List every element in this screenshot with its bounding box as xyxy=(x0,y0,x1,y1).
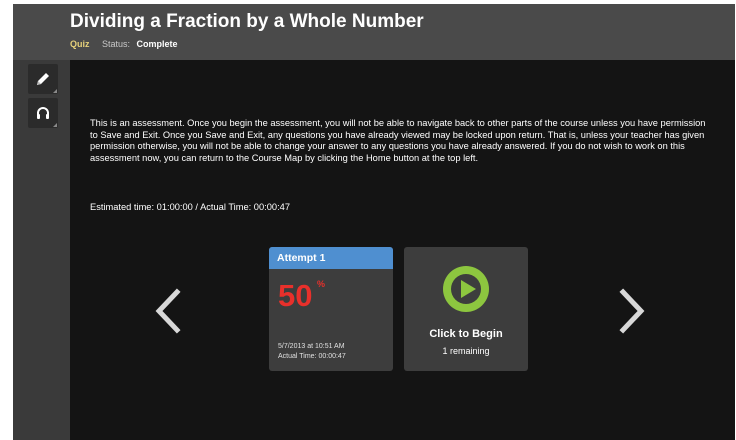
page-title: Dividing a Fraction by a Whole Number xyxy=(70,11,424,32)
previous-arrow-icon[interactable] xyxy=(153,288,183,334)
estimated-time: Estimated time: 01:00:00 / Actual Time: … xyxy=(90,202,290,212)
attempt-actual-time: Actual Time: 00:00:47 xyxy=(278,353,346,360)
next-arrow-icon[interactable] xyxy=(617,288,647,334)
attempt-title: Attempt 1 xyxy=(269,247,393,269)
attempt-date: 5/7/2013 at 10:51 AM xyxy=(278,343,345,350)
score-unit: % xyxy=(317,279,326,289)
audio-tool-button[interactable] xyxy=(28,98,58,128)
status-value: Complete xyxy=(136,39,178,49)
attempt-score: 50 xyxy=(278,278,313,313)
assessment-instructions: This is an assessment. Once you begin th… xyxy=(90,118,706,163)
begin-card[interactable]: Click to Begin 1 remaining xyxy=(404,247,528,371)
header-bar: Dividing a Fraction by a Whole Number Qu… xyxy=(13,4,735,60)
corner-indicator xyxy=(53,89,57,93)
notes-tool-button[interactable] xyxy=(28,64,58,94)
assessment-window: Dividing a Fraction by a Whole Number Qu… xyxy=(13,4,735,440)
attempts-remaining: 1 remaining xyxy=(442,346,490,356)
pencil-icon xyxy=(37,73,49,85)
begin-label: Click to Begin xyxy=(429,328,503,340)
main-content: This is an assessment. Once you begin th… xyxy=(70,60,735,440)
attempt-card[interactable]: Attempt 1 50 % 5/7/2013 at 10:51 AM Actu… xyxy=(269,247,393,371)
headphones-icon xyxy=(37,107,49,119)
corner-indicator xyxy=(53,123,57,127)
status-line: Quiz Status: Complete xyxy=(70,39,178,49)
status-label: Status: xyxy=(102,39,131,49)
sidebar xyxy=(13,60,70,440)
type-label: Quiz xyxy=(70,39,90,49)
play-icon[interactable] xyxy=(442,265,490,313)
